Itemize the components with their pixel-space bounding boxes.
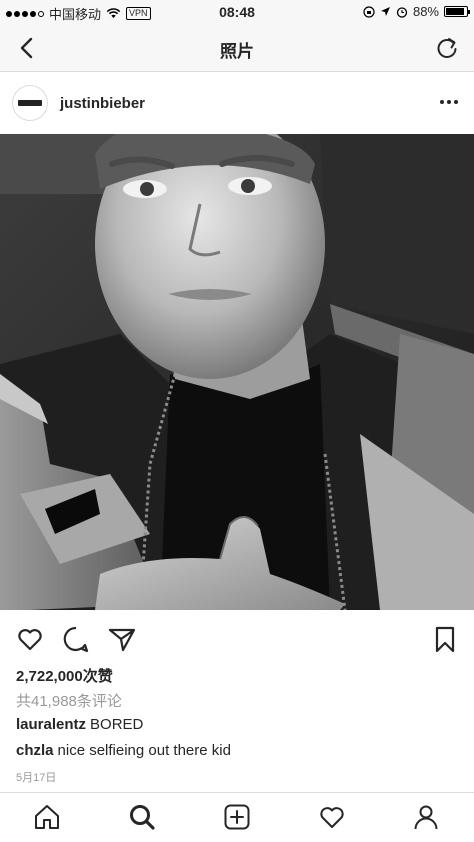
activity-icon[interactable] xyxy=(318,803,346,831)
logo-icon xyxy=(18,100,42,106)
comment-item: chzla nice selfieing out there kid xyxy=(16,742,231,759)
alarm-icon xyxy=(396,6,408,18)
heart-icon[interactable] xyxy=(15,624,45,654)
comment-icon[interactable] xyxy=(61,624,91,654)
battery-percent: 88% xyxy=(412,4,439,19)
location-icon xyxy=(380,7,390,16)
likes-count[interactable]: 2,722,000次赞 xyxy=(16,665,113,686)
status-bar: 中国移动 VPN 08:48 88% xyxy=(0,0,474,24)
photo-image xyxy=(0,134,474,610)
bookmark-icon[interactable] xyxy=(430,624,460,654)
page-title: 照片 xyxy=(220,42,254,61)
profile-icon[interactable] xyxy=(412,803,440,831)
add-icon[interactable] xyxy=(223,803,251,831)
post-username[interactable]: justinbieber xyxy=(60,95,145,112)
battery-icon xyxy=(444,6,470,17)
comment-count[interactable]: 共41,988条评论 xyxy=(16,690,122,711)
refresh-icon[interactable] xyxy=(434,35,460,61)
post-date: 5月17日 xyxy=(16,772,57,784)
status-right: 88% xyxy=(363,4,470,19)
tab-bar xyxy=(0,792,474,842)
comment-text: nice selfieing out there kid xyxy=(57,742,231,759)
action-bar xyxy=(0,618,474,658)
share-icon[interactable] xyxy=(107,624,137,654)
avatar[interactable] xyxy=(12,85,48,121)
post-photo[interactable] xyxy=(0,134,474,610)
home-icon[interactable] xyxy=(33,803,61,831)
comment-text: BORED xyxy=(90,716,144,733)
rotation-lock-icon xyxy=(363,5,375,18)
nav-bar: 照片 xyxy=(0,24,474,72)
search-icon[interactable] xyxy=(128,803,156,831)
battery-level xyxy=(446,8,464,15)
comment-item: lauralentz BORED xyxy=(16,716,143,733)
comment-username[interactable]: chzla xyxy=(16,742,54,759)
post-header: justinbieber xyxy=(0,76,474,134)
comment-username[interactable]: lauralentz xyxy=(16,716,86,733)
more-options-icon[interactable] xyxy=(440,100,458,104)
